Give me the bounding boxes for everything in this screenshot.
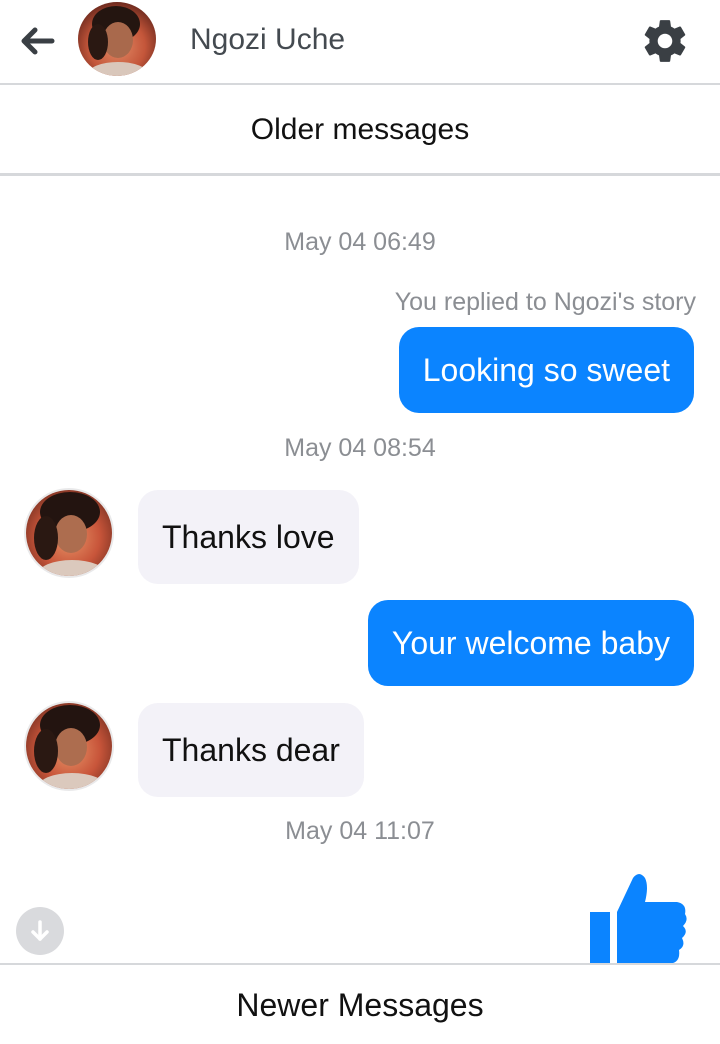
timestamp: May 04 06:49	[284, 228, 436, 256]
footer-divider	[0, 963, 720, 965]
gear-icon	[644, 20, 686, 62]
thumbs-up-icon	[590, 874, 687, 964]
chat-header: Ngozi Uche	[0, 0, 720, 84]
scroll-down-button[interactable]	[16, 907, 64, 955]
newer-messages-link[interactable]: Newer Messages	[0, 966, 720, 1044]
header-divider	[0, 83, 720, 85]
back-button[interactable]	[16, 20, 58, 62]
like-button[interactable]	[587, 872, 689, 964]
older-messages-divider	[0, 173, 720, 176]
outgoing-message[interactable]: Your welcome baby	[367, 600, 694, 686]
story-reply-note: You replied to Ngozi's story	[394, 288, 696, 316]
arrow-left-icon	[21, 27, 55, 55]
sender-avatar[interactable]	[26, 703, 112, 789]
arrow-down-icon	[31, 920, 49, 941]
timestamp: May 04 11:07	[285, 817, 435, 845]
contact-avatar[interactable]	[78, 2, 156, 76]
timestamp: May 04 08:54	[284, 434, 436, 462]
sender-avatar[interactable]	[26, 490, 112, 576]
incoming-message[interactable]: Thanks dear	[138, 703, 364, 797]
outgoing-message[interactable]: Looking so sweet	[398, 327, 694, 413]
settings-button[interactable]	[638, 16, 692, 66]
contact-name[interactable]: Ngozi Uche	[190, 20, 345, 60]
older-messages-link[interactable]: Older messages	[0, 86, 720, 174]
incoming-message[interactable]: Thanks love	[138, 490, 359, 584]
